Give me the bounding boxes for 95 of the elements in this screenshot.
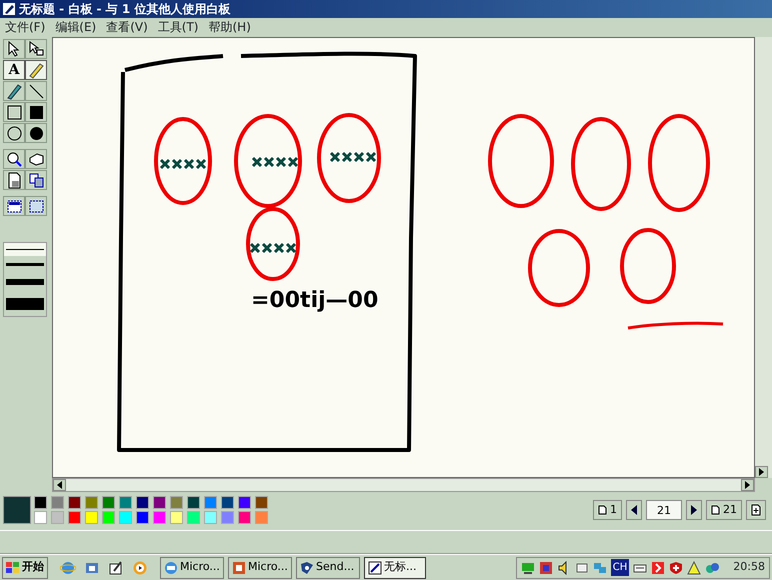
horizontal-scrollbar[interactable] [52,478,755,492]
color-swatch[interactable] [204,511,217,524]
color-swatch[interactable] [170,496,183,509]
taskbar-button[interactable]: Micro... [228,556,292,578]
monitor-icon[interactable] [574,560,589,574]
line-icon [26,82,46,100]
color-swatch[interactable] [221,496,234,509]
color-swatch[interactable] [238,496,251,509]
window-title: 无标题 - 白板 - 与 1 位其他人使用白板 [19,1,230,18]
shield-icon[interactable] [651,560,666,574]
tool-button[interactable] [3,149,25,169]
media-player-icon[interactable] [132,560,148,576]
color-swatch[interactable] [238,511,251,524]
color-swatch[interactable] [153,511,166,524]
scroll-left-button[interactable] [53,479,66,491]
first-page-button[interactable]: 1 [593,500,622,520]
color-swatch[interactable] [187,511,200,524]
menu-item[interactable]: 文件(F) [0,18,50,37]
menu-item[interactable]: 查看(V) [101,18,153,37]
color-swatch[interactable] [102,511,115,524]
windows-logo-icon [6,562,20,574]
page-icon [598,505,607,515]
menu-item[interactable]: 帮助(H) [204,18,256,37]
tool-button[interactable] [25,39,47,59]
color-swatch[interactable] [119,511,132,524]
color-swatch[interactable] [34,511,47,524]
tool-button[interactable] [3,170,25,190]
color-swatch[interactable] [85,496,98,509]
color-swatch[interactable] [136,496,149,509]
tool-button[interactable] [25,196,47,216]
color-swatch[interactable] [136,511,149,524]
tool-button[interactable] [25,102,47,122]
network-icon [300,560,314,574]
pointer-icon [26,40,46,58]
color-swatch[interactable] [34,496,47,509]
whiteboard-icon [368,560,382,574]
previous-page-button[interactable] [626,500,642,520]
last-page-button[interactable]: 21 [706,500,742,520]
color-swatch[interactable] [68,511,81,524]
page-number-field[interactable]: 21 [646,500,682,520]
clock: 20:58 [733,559,765,576]
pages-icon [26,170,46,190]
pen-icon [4,82,24,100]
color-swatch[interactable] [187,496,200,509]
tool-button[interactable] [3,81,25,101]
tool-button[interactable] [25,81,47,101]
caret-icon [691,505,697,515]
color-swatch[interactable] [204,496,217,509]
tool-button[interactable] [25,60,47,80]
color-swatch[interactable] [255,496,268,509]
color-swatch[interactable] [102,496,115,509]
highlighter-icon [26,60,46,80]
circle-icon [4,124,24,142]
color-swatch[interactable] [51,511,64,524]
whiteboard-icon [3,3,15,15]
color-swatch[interactable] [119,496,132,509]
color-swatch[interactable] [85,511,98,524]
color-swatch[interactable] [255,511,268,524]
language-indicator[interactable]: CH [610,559,630,576]
next-page-button[interactable] [686,500,702,520]
page-icon [711,505,720,515]
color-swatch[interactable] [170,511,183,524]
menu-item[interactable]: 编辑(E) [50,18,102,37]
tool-button[interactable] [25,170,47,190]
tool-button[interactable] [25,123,47,143]
tool-button[interactable] [25,149,47,169]
start-button[interactable]: 开始 [2,556,48,578]
taskbar-button[interactable]: Micro... [160,556,224,578]
people-icon[interactable] [705,560,720,574]
tool-button[interactable] [3,39,25,59]
tool-button[interactable] [3,196,25,216]
add-page-icon [751,504,761,516]
line-width-option[interactable] [4,243,46,256]
scroll-right-button[interactable] [741,479,754,491]
rectangle-icon [4,102,24,122]
tool-button[interactable] [3,123,25,143]
taskbar-button[interactable]: 无标... [364,556,426,578]
notepad-icon[interactable] [108,560,124,576]
caret-icon [56,481,62,489]
caret-icon [631,505,637,515]
browser-icon [164,560,178,574]
handwritten-text: =00tij—00 [251,287,378,315]
color-swatch[interactable] [221,511,234,524]
tool-button[interactable] [3,102,25,122]
search-icon [4,150,24,168]
color-swatch[interactable] [153,496,166,509]
add-page-button[interactable] [746,500,766,520]
warning-icon[interactable] [687,560,702,574]
taskbar-button[interactable]: Send... [296,556,360,578]
presentation-icon [232,560,246,574]
shield-icon[interactable] [669,560,684,574]
color-swatch[interactable] [68,496,81,509]
color-swatch[interactable] [51,496,64,509]
tool-button[interactable]: A [3,60,25,80]
menu-item[interactable]: 工具(T) [152,18,204,37]
